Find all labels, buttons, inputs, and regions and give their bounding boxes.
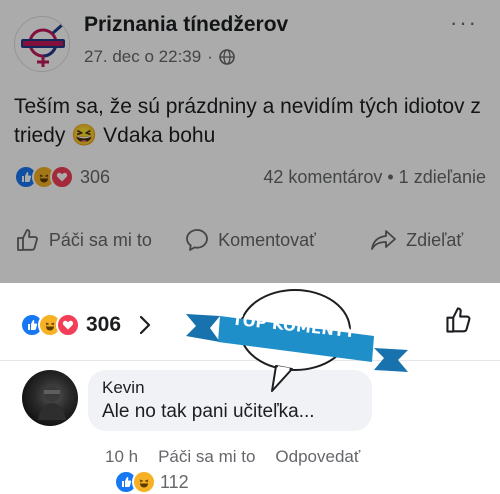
post-card: Priznania tínedžerov 27. dec o 22:39 · ·… xyxy=(0,0,500,283)
comment-like-button[interactable]: Páči sa mi to xyxy=(158,447,255,467)
comment-icon xyxy=(186,229,208,251)
meta-separator: · xyxy=(207,47,213,66)
more-options-button[interactable]: ··· xyxy=(450,10,478,36)
share-icon xyxy=(371,230,397,250)
love-reaction-icon xyxy=(50,165,74,189)
share-label: Zdieľať xyxy=(406,229,464,250)
comment-meta: 10 h Páči sa mi to Odpovedať xyxy=(105,447,360,467)
comment-reaction-count: 112 xyxy=(160,471,189,492)
page-name[interactable]: Priznania tínedžerov xyxy=(84,13,288,37)
comment-button[interactable]: Komentovať xyxy=(167,220,334,260)
thumbs-up-icon xyxy=(16,229,38,251)
post-meta: 27. dec o 22:39 · xyxy=(84,47,235,67)
comment-text: Ale no tak pani učiteľka... xyxy=(102,401,315,422)
haha-reaction-icon xyxy=(132,470,156,494)
commenter-avatar[interactable] xyxy=(22,370,78,426)
post-actions: Páči sa mi to Komentovať Zdieľať xyxy=(0,220,500,260)
page-logo-icon xyxy=(16,18,69,71)
page-avatar[interactable] xyxy=(14,16,70,72)
top-komenty-banner xyxy=(186,289,408,392)
comment-label: Komentovať xyxy=(218,229,316,250)
comments-shares-count[interactable]: 42 komentárov • 1 zdieľanie xyxy=(263,167,486,188)
share-button[interactable]: Zdieľať xyxy=(333,220,500,260)
comment-time: 10 h xyxy=(105,447,139,466)
like-button[interactable]: Páči sa mi to xyxy=(0,220,167,260)
like-label: Páči sa mi to xyxy=(48,229,152,250)
post-timestamp[interactable]: 27. dec o 22:39 xyxy=(84,47,201,67)
sheet-reaction-count: 306 xyxy=(86,313,122,336)
reaction-count: 306 xyxy=(80,166,111,187)
chevron-right-icon xyxy=(139,315,151,335)
sheet-reactions[interactable]: 306 xyxy=(20,313,151,337)
like-outline-button[interactable] xyxy=(444,305,474,335)
post-text: Teším sa, že sú prázdniny a nevidím tých… xyxy=(14,95,481,147)
comment-reply-button[interactable]: Odpovedať xyxy=(275,447,360,467)
comment-reactions[interactable]: 112 xyxy=(114,470,189,494)
love-reaction-icon xyxy=(56,313,80,337)
person-silhouette-icon xyxy=(38,386,66,420)
globe-icon xyxy=(219,49,235,65)
reactions-summary[interactable]: 306 42 komentárov • 1 zdieľanie xyxy=(14,164,486,190)
